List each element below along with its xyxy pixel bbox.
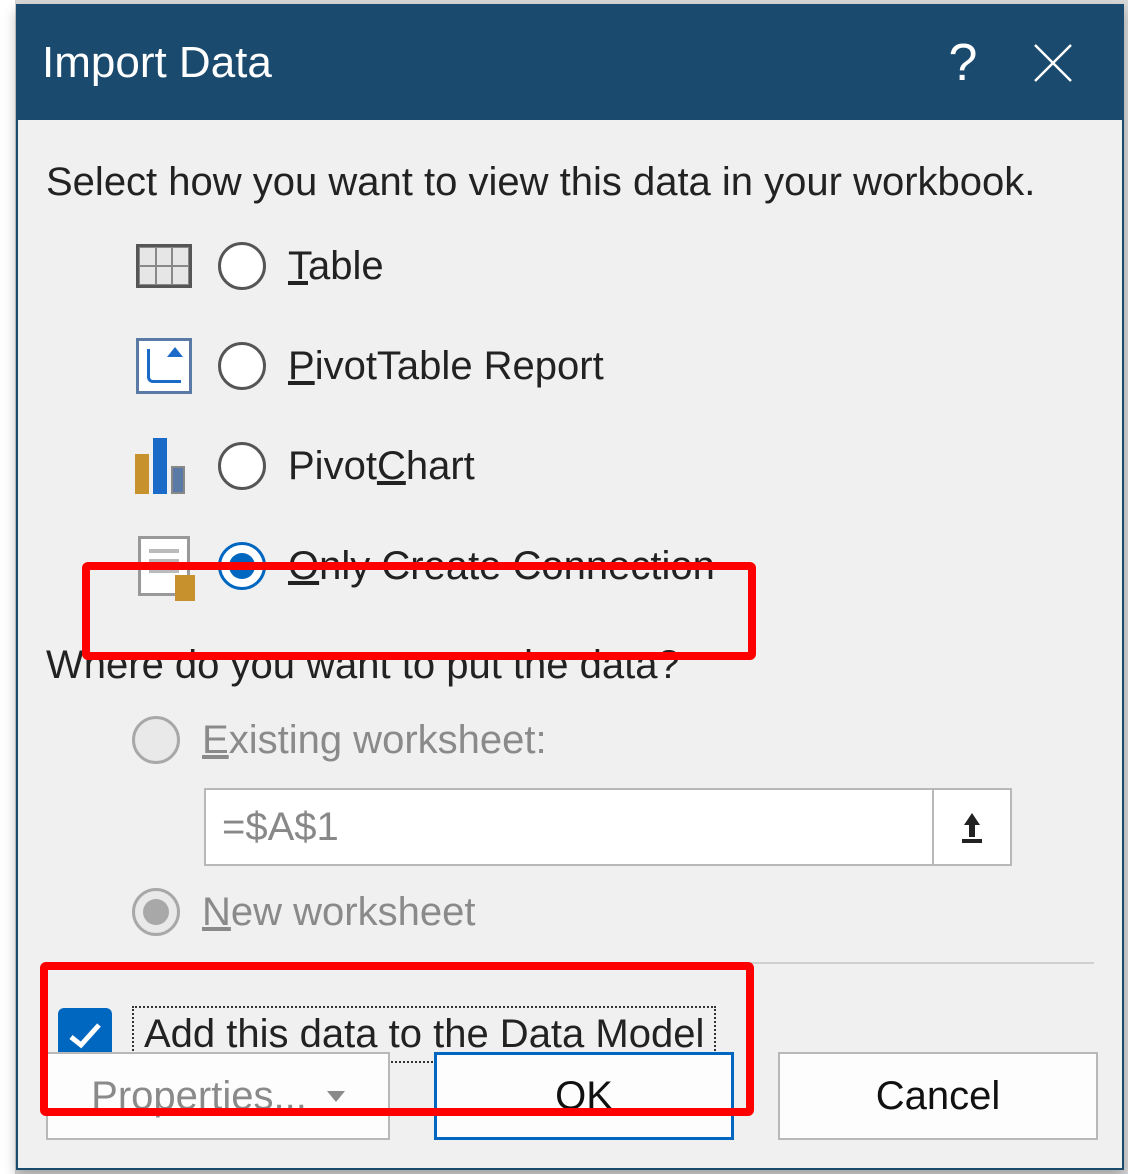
where-heading: Where do you want to put the data? [46,643,1094,688]
close-icon [1031,41,1075,85]
titlebar: Import Data ? [18,6,1122,120]
view-heading: Select how you want to view this data in… [46,160,1094,205]
range-select-icon [954,809,990,845]
cancel-button[interactable]: Cancel [778,1052,1098,1140]
pivotchart-icon [132,434,196,498]
label-existing: Existing worksheet: [202,718,547,763]
ok-button[interactable]: OK [434,1052,734,1140]
label-connection: Only Create Connection [288,544,715,589]
radio-table[interactable] [218,242,266,290]
help-icon: ? [949,33,978,93]
radio-connection[interactable] [218,542,266,590]
where-section: Where do you want to put the data? Exist… [46,643,1094,942]
radio-existing [132,716,180,764]
check-icon [65,1015,105,1055]
option-pivotchart-row[interactable]: PivotChart [132,425,1094,507]
chevron-down-icon [327,1091,345,1102]
spreadsheet-edge [0,0,16,1174]
table-icon [132,234,196,298]
properties-button: Properties... [46,1052,390,1140]
option-newsheet-row: New worksheet [132,882,1094,942]
collapse-dialog-button [934,788,1012,866]
radio-pivottable[interactable] [218,342,266,390]
label-table: Table [288,244,384,289]
view-options: Table PivotTable Report PivotChart [46,225,1094,607]
pivottable-icon [132,334,196,398]
divider [46,962,1094,964]
close-button[interactable] [1008,18,1098,108]
option-table-row[interactable]: Table [132,225,1094,307]
radio-newsheet [132,888,180,936]
label-pivotchart: PivotChart [288,444,475,489]
connection-icon [132,534,196,598]
footer: Properties... OK Cancel [46,1052,1094,1140]
option-pivottable-row[interactable]: PivotTable Report [132,325,1094,407]
label-pivottable: PivotTable Report [288,344,604,389]
option-existing-row: Existing worksheet: [132,708,1094,772]
option-connection-row[interactable]: Only Create Connection [132,525,1094,607]
label-newsheet: New worksheet [202,890,475,935]
help-button[interactable]: ? [918,18,1008,108]
cell-ref-input [204,788,934,866]
import-data-dialog: Import Data ? Select how you want to vie… [16,4,1124,1170]
cell-ref-row [132,788,1094,866]
radio-pivotchart[interactable] [218,442,266,490]
dialog-body: Select how you want to view this data in… [18,120,1122,1091]
properties-label: Properties... [91,1074,307,1119]
dialog-title: Import Data [42,38,918,88]
